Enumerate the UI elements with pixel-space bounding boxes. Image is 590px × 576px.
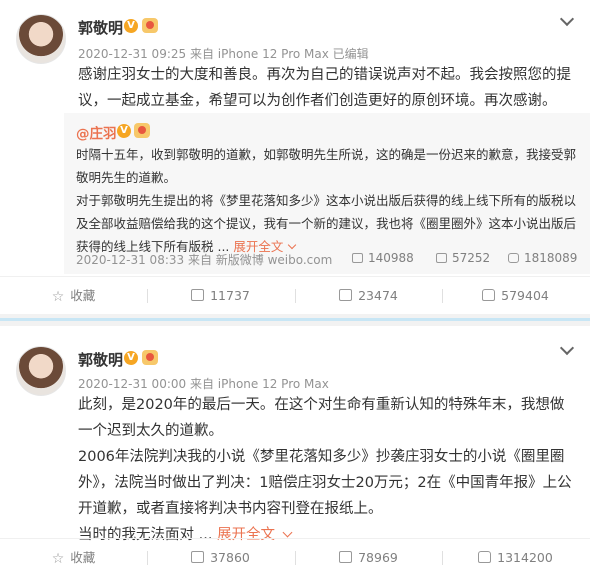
chevron-down-icon[interactable] bbox=[559, 11, 575, 27]
favorite-label: 收藏 bbox=[70, 550, 96, 565]
post-meta: 2020-12-31 09:25 来自 iPhone 12 Pro Max 已编… bbox=[78, 47, 369, 61]
repost-icon bbox=[191, 551, 205, 563]
repost-comments[interactable]: 57252 bbox=[436, 251, 490, 265]
comment-button[interactable]: 23474 bbox=[295, 277, 442, 315]
comment-icon bbox=[436, 253, 447, 263]
comment-icon bbox=[339, 551, 353, 563]
repost-card[interactable]: @庄羽 V 时隔十五年，收到郭敬明的道歉，如郭敬明先生所说，这的确是一份迟来的歉… bbox=[64, 113, 590, 274]
repost-username[interactable]: @庄羽 bbox=[76, 122, 117, 142]
favorite-label: 收藏 bbox=[70, 288, 96, 303]
action-bar: ☆ 收藏 11737 23474 579404 bbox=[0, 276, 590, 314]
post-paragraph: 此刻，是2020年的最后一天。在这个对生命有重新认知的特殊年末，我想做一个迟到太… bbox=[78, 397, 565, 439]
repost-count: 11737 bbox=[210, 288, 250, 303]
member-crown-icon bbox=[142, 18, 158, 33]
repost-button[interactable]: 37860 bbox=[147, 539, 294, 576]
favorite-button[interactable]: ☆ 收藏 bbox=[0, 539, 147, 576]
weibo-post: 郭敬明 V 2020-12-31 00:00 来自 iPhone 12 Pro … bbox=[0, 326, 590, 576]
weibo-post: 郭敬明 V 2020-12-31 09:25 来自 iPhone 12 Pro … bbox=[0, 0, 590, 314]
thumbs-up-icon bbox=[482, 289, 496, 301]
like-count: 1314200 bbox=[497, 550, 553, 565]
verified-v-icon: V bbox=[124, 19, 138, 33]
repost-likes-count: 1818089 bbox=[524, 251, 578, 265]
thumbs-up-icon bbox=[508, 253, 519, 263]
chevron-down-icon[interactable] bbox=[559, 340, 575, 356]
star-icon: ☆ bbox=[51, 289, 65, 305]
repost-icon bbox=[352, 253, 363, 263]
repost-text: 时隔十五年，收到郭敬明的道歉，如郭敬明先生所说，这的确是一份迟来的歉意，我接受郭… bbox=[76, 143, 584, 258]
verified-v-icon: V bbox=[117, 124, 131, 138]
repost-reposts[interactable]: 140988 bbox=[352, 251, 414, 265]
avatar[interactable] bbox=[16, 346, 66, 396]
favorite-button[interactable]: ☆ 收藏 bbox=[0, 277, 147, 315]
repost-comments-count: 57252 bbox=[452, 251, 491, 265]
repost-reposts-count: 140988 bbox=[368, 251, 414, 265]
like-button[interactable]: 1314200 bbox=[442, 539, 589, 576]
repost-meta: 2020-12-31 08:33 来自 新版微博 weibo.com bbox=[76, 253, 333, 267]
username[interactable]: 郭敬明 bbox=[78, 17, 123, 38]
username[interactable]: 郭敬明 bbox=[78, 349, 123, 370]
comment-count: 23474 bbox=[358, 288, 398, 303]
post-text: 此刻，是2020年的最后一天。在这个对生命有重新认知的特殊年末，我想做一个迟到太… bbox=[78, 392, 573, 548]
member-crown-icon bbox=[142, 350, 158, 365]
chevron-down-icon bbox=[282, 527, 293, 538]
repost-icon bbox=[191, 289, 205, 301]
chevron-down-icon bbox=[288, 240, 297, 250]
repost-button[interactable]: 11737 bbox=[147, 277, 294, 315]
action-bar: ☆ 收藏 37860 78969 1314200 bbox=[0, 538, 590, 576]
member-crown-icon bbox=[134, 123, 150, 138]
repost-username-label[interactable]: @庄羽 bbox=[76, 126, 117, 142]
post-paragraph: 2006年法院判决我的小说《梦里花落知多少》抄袭庄羽女士的小说《圈里圈外》，法院… bbox=[78, 449, 572, 517]
avatar[interactable] bbox=[16, 14, 66, 64]
repost-paragraph: 时隔十五年，收到郭敬明的道歉，如郭敬明先生所说，这的确是一份迟来的歉意，我接受郭… bbox=[76, 147, 577, 185]
repost-paragraph: 对于郭敬明先生提出的将《梦里花落知多少》这本小说出版后获得的线上线下所有的版税以… bbox=[76, 189, 584, 258]
post-separator bbox=[0, 314, 590, 326]
post-text: 感谢庄羽女士的大度和善良。再次为自己的错误说声对不起。我会按照您的提议，一起成立… bbox=[78, 67, 571, 109]
post-meta: 2020-12-31 00:00 来自 iPhone 12 Pro Max bbox=[78, 377, 329, 391]
comment-icon bbox=[339, 289, 353, 301]
comment-count: 78969 bbox=[358, 550, 398, 565]
like-count: 579404 bbox=[501, 288, 549, 303]
thumbs-up-icon bbox=[478, 551, 492, 563]
repost-likes[interactable]: 1818089 bbox=[508, 251, 577, 265]
repost-count: 37860 bbox=[210, 550, 250, 565]
repost-paragraph-text: 对于郭敬明先生提出的将《梦里花落知多少》这本小说出版后获得的线上线下所有的版税以… bbox=[76, 193, 577, 254]
comment-button[interactable]: 78969 bbox=[295, 539, 442, 576]
star-icon: ☆ bbox=[51, 551, 65, 567]
verified-v-icon: V bbox=[124, 351, 138, 365]
like-button[interactable]: 579404 bbox=[442, 277, 589, 315]
